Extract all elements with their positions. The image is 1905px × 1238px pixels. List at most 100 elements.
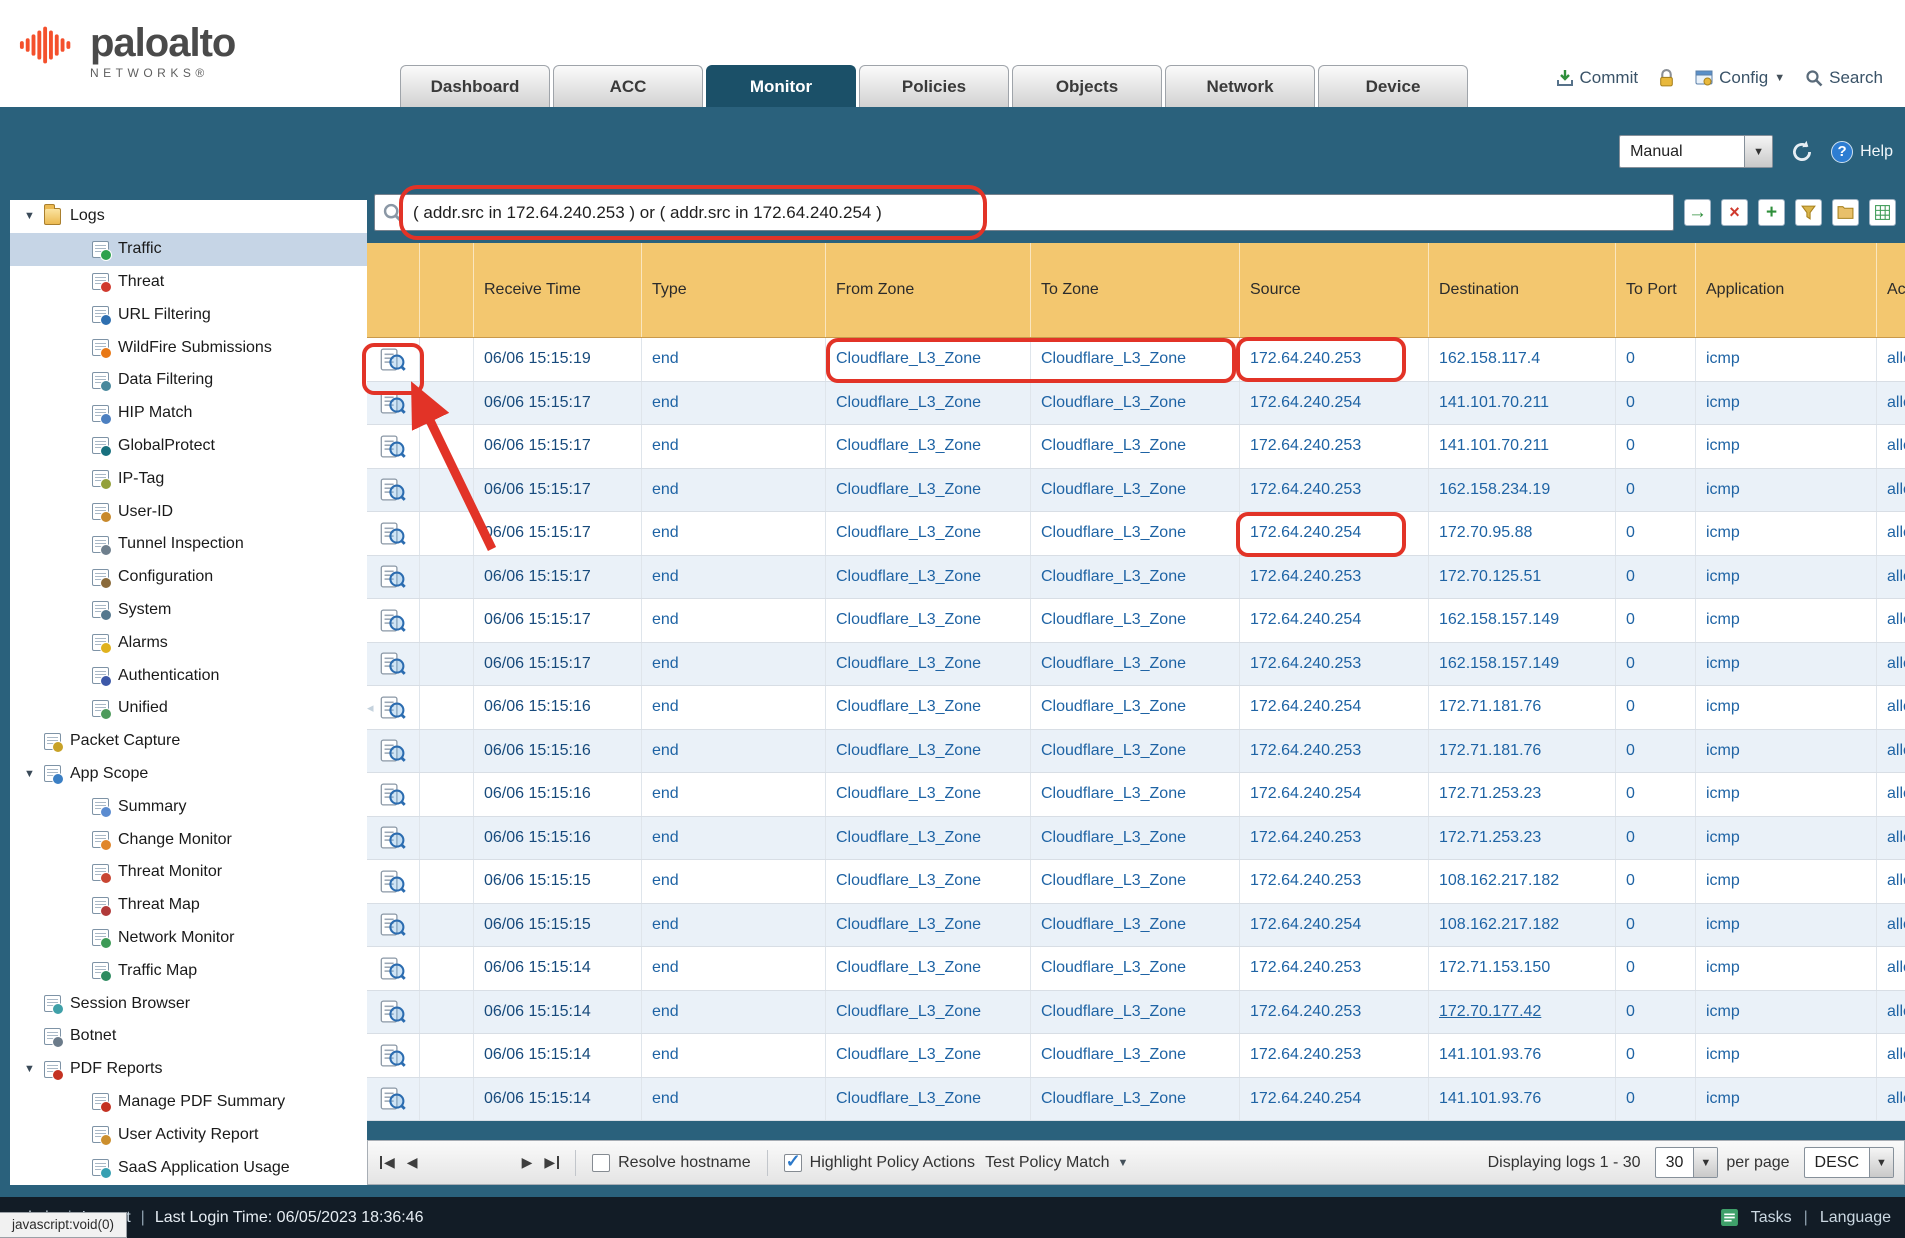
log-detail-magnifier-icon[interactable]: [380, 955, 406, 982]
cell-from-zone[interactable]: Cloudflare_L3_Zone: [826, 947, 1031, 990]
cell-to-zone[interactable]: Cloudflare_L3_Zone: [1031, 817, 1240, 860]
nav-tab[interactable]: ACC: [553, 65, 703, 107]
log-table-row[interactable]: 06/06 15:15:16 end Cloudflare_L3_Zone Cl…: [367, 686, 1905, 730]
last-page-button[interactable]: ▶: [544, 1154, 559, 1171]
cell-application[interactable]: icmp: [1696, 425, 1877, 468]
log-table-row[interactable]: 06/06 15:15:14 end Cloudflare_L3_Zone Cl…: [367, 1034, 1905, 1078]
log-table-row[interactable]: 06/06 15:15:14 end Cloudflare_L3_Zone Cl…: [367, 1078, 1905, 1122]
sidebar-item[interactable]: ▼ App Scope: [10, 758, 367, 791]
cell-from-zone[interactable]: Cloudflare_L3_Zone: [826, 512, 1031, 555]
sidebar-item[interactable]: ▼ Logs: [10, 200, 367, 233]
cell-source[interactable]: 172.64.240.253: [1240, 730, 1429, 773]
cell-destination[interactable]: 172.71.181.76: [1429, 730, 1616, 773]
sidebar-item[interactable]: ▼ Traffic: [10, 233, 367, 266]
cell-destination[interactable]: 162.158.234.19: [1429, 469, 1616, 512]
cell-source[interactable]: 172.64.240.254: [1240, 773, 1429, 816]
chevron-down-icon[interactable]: ▼: [1744, 136, 1772, 167]
cell-from-zone[interactable]: Cloudflare_L3_Zone: [826, 469, 1031, 512]
cell-destination[interactable]: 162.158.157.149: [1429, 599, 1616, 642]
sidebar-item[interactable]: ▼ Threat Monitor: [10, 856, 367, 889]
cell-from-zone[interactable]: Cloudflare_L3_Zone: [826, 860, 1031, 903]
save-filter-button[interactable]: [1795, 199, 1822, 226]
sidebar-item[interactable]: ▼ Traffic Map: [10, 954, 367, 987]
log-table-row[interactable]: 06/06 15:15:17 end Cloudflare_L3_Zone Cl…: [367, 643, 1905, 687]
log-table-row[interactable]: 06/06 15:15:15 end Cloudflare_L3_Zone Cl…: [367, 860, 1905, 904]
sidebar-item[interactable]: ▼ Network Monitor: [10, 922, 367, 955]
cell-to-zone[interactable]: Cloudflare_L3_Zone: [1031, 1034, 1240, 1077]
column-header-destination[interactable]: Destination: [1429, 243, 1616, 337]
cell-source[interactable]: 172.64.240.253: [1240, 1034, 1429, 1077]
sidebar-item[interactable]: ▼ URL Filtering: [10, 298, 367, 331]
sidebar-item[interactable]: ▼ User Activity Report: [10, 1118, 367, 1151]
log-detail-magnifier-icon[interactable]: [380, 824, 406, 851]
cell-application[interactable]: icmp: [1696, 947, 1877, 990]
sidebar-item[interactable]: ▼ Threat: [10, 266, 367, 299]
log-detail-magnifier-icon[interactable]: [380, 346, 406, 373]
search-button[interactable]: Search: [1805, 68, 1883, 88]
resolve-hostname-checkbox[interactable]: [592, 1154, 610, 1172]
sidebar-item[interactable]: ▼ Alarms: [10, 626, 367, 659]
cell-destination[interactable]: 172.70.125.51: [1429, 556, 1616, 599]
cell-to-zone[interactable]: Cloudflare_L3_Zone: [1031, 686, 1240, 729]
cell-from-zone[interactable]: Cloudflare_L3_Zone: [826, 1034, 1031, 1077]
cell-destination[interactable]: 172.71.253.23: [1429, 817, 1616, 860]
log-table-row[interactable]: 06/06 15:15:16 end Cloudflare_L3_Zone Cl…: [367, 730, 1905, 774]
cell-to-zone[interactable]: Cloudflare_L3_Zone: [1031, 860, 1240, 903]
cell-application[interactable]: icmp: [1696, 643, 1877, 686]
log-table-row[interactable]: 06/06 15:15:17 end Cloudflare_L3_Zone Cl…: [367, 382, 1905, 426]
cell-to-zone[interactable]: Cloudflare_L3_Zone: [1031, 512, 1240, 555]
per-page-select[interactable]: 30 ▼: [1655, 1147, 1719, 1178]
tasks-button[interactable]: Tasks: [1751, 1209, 1792, 1227]
log-detail-magnifier-icon[interactable]: [380, 563, 406, 590]
cell-to-zone[interactable]: Cloudflare_L3_Zone: [1031, 1078, 1240, 1121]
cell-destination[interactable]: 141.101.93.76: [1429, 1034, 1616, 1077]
log-detail-magnifier-icon[interactable]: [380, 476, 406, 503]
cell-source[interactable]: 172.64.240.253: [1240, 860, 1429, 903]
sidebar-item[interactable]: ▼ WildFire Submissions: [10, 331, 367, 364]
nav-tab[interactable]: Policies: [859, 65, 1009, 107]
cell-from-zone[interactable]: Cloudflare_L3_Zone: [826, 904, 1031, 947]
column-header-action[interactable]: Action: [1877, 243, 1905, 337]
cell-destination[interactable]: 141.101.70.211: [1429, 382, 1616, 425]
cell-source[interactable]: 172.64.240.253: [1240, 947, 1429, 990]
sidebar-item[interactable]: ▼ Summary: [10, 790, 367, 823]
cell-application[interactable]: icmp: [1696, 730, 1877, 773]
cell-source[interactable]: 172.64.240.254: [1240, 1078, 1429, 1121]
column-header-source[interactable]: Source: [1240, 243, 1429, 337]
log-detail-magnifier-icon[interactable]: [380, 650, 406, 677]
log-table-row[interactable]: 06/06 15:15:15 end Cloudflare_L3_Zone Cl…: [367, 904, 1905, 948]
log-detail-magnifier-icon[interactable]: [380, 1042, 406, 1069]
cell-source[interactable]: 172.64.240.254: [1240, 599, 1429, 642]
cell-application[interactable]: icmp: [1696, 1034, 1877, 1077]
cell-from-zone[interactable]: Cloudflare_L3_Zone: [826, 1078, 1031, 1121]
load-filter-button[interactable]: [1832, 199, 1859, 226]
nav-tab[interactable]: Device: [1318, 65, 1468, 107]
log-detail-magnifier-icon[interactable]: [380, 1085, 406, 1112]
column-header-receive-time[interactable]: Receive Time: [474, 243, 642, 337]
sidebar-collapse-handle[interactable]: ◂: [367, 680, 380, 736]
chevron-down-icon[interactable]: ▼: [1869, 1148, 1893, 1177]
sidebar-item[interactable]: ▼ Authentication: [10, 659, 367, 692]
cell-destination[interactable]: 172.71.253.23: [1429, 773, 1616, 816]
cell-application[interactable]: icmp: [1696, 1078, 1877, 1121]
log-table-row[interactable]: 06/06 15:15:16 end Cloudflare_L3_Zone Cl…: [367, 773, 1905, 817]
cell-application[interactable]: icmp: [1696, 512, 1877, 555]
clear-filter-button[interactable]: ×: [1721, 199, 1748, 226]
cell-application[interactable]: icmp: [1696, 991, 1877, 1034]
sidebar-item[interactable]: ▼ HIP Match: [10, 397, 367, 430]
cell-destination[interactable]: 172.71.181.76: [1429, 686, 1616, 729]
cell-to-zone[interactable]: Cloudflare_L3_Zone: [1031, 382, 1240, 425]
cell-to-zone[interactable]: Cloudflare_L3_Zone: [1031, 947, 1240, 990]
sidebar-item[interactable]: ▼ Tunnel Inspection: [10, 528, 367, 561]
export-logs-button[interactable]: [1869, 199, 1896, 226]
log-detail-magnifier-icon[interactable]: [380, 520, 406, 547]
sidebar-item[interactable]: ▼ GlobalProtect: [10, 430, 367, 463]
cell-to-zone[interactable]: Cloudflare_L3_Zone: [1031, 991, 1240, 1034]
refresh-icon[interactable]: [1789, 139, 1815, 165]
log-detail-magnifier-icon[interactable]: [380, 998, 406, 1025]
log-table-row[interactable]: 06/06 15:15:17 end Cloudflare_L3_Zone Cl…: [367, 556, 1905, 600]
cell-destination[interactable]: 162.158.157.149: [1429, 643, 1616, 686]
prev-page-button[interactable]: ◀: [407, 1154, 418, 1171]
cell-application[interactable]: icmp: [1696, 338, 1877, 381]
lock-icon[interactable]: [1658, 69, 1675, 88]
